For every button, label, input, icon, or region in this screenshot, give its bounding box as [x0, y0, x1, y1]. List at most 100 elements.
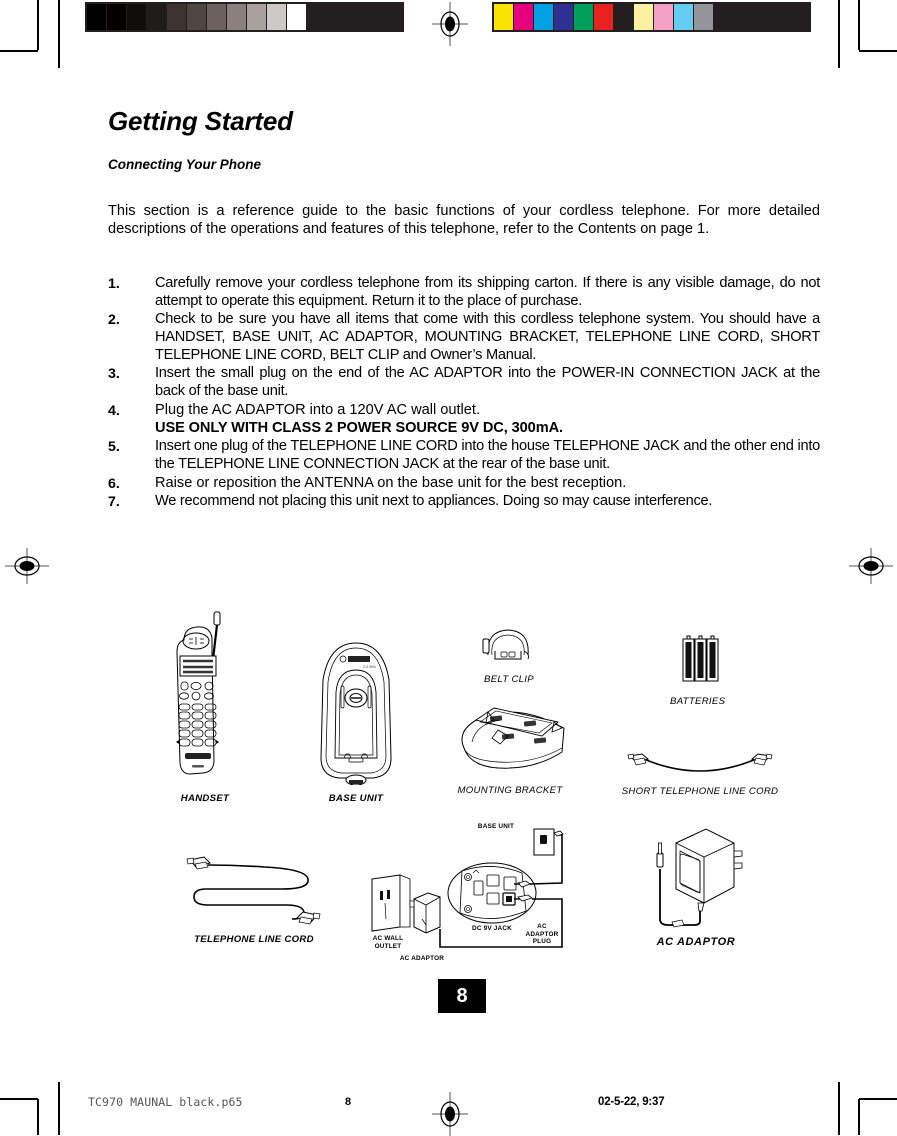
svg-text:2.4 GHz: 2.4 GHz — [363, 665, 376, 669]
color-swatch — [147, 4, 166, 30]
step-emphasis-text: USE ONLY WITH CLASS 2 POWER SOURCE 9V DC… — [155, 419, 563, 436]
crop-mark-bottom-left-inner — [58, 1082, 60, 1135]
step-text: Plug the AC ADAPTOR into a 120V AC wall … — [155, 401, 481, 418]
intro-paragraph: This section is a reference guide to the… — [108, 202, 820, 238]
color-swatch — [207, 4, 226, 30]
registration-target-top — [432, 2, 468, 46]
step-text: Insert the small plug on the end of the … — [155, 365, 820, 400]
figure-caption-handset: HANDSET — [180, 793, 230, 804]
color-swatch — [87, 4, 106, 30]
telephone-line-cord-illustration — [186, 856, 321, 925]
crop-mark-bottom-right-horizontal — [859, 1098, 897, 1100]
diagram-label-ac-wall-outlet: AC WALL OUTLET — [372, 935, 404, 950]
step-number: 5. — [108, 439, 120, 456]
page-content: Getting Started Connecting Your Phone Th… — [108, 108, 820, 512]
figure-caption-base-unit: BASE UNIT — [328, 793, 384, 804]
numbered-steps-list: 1. Carefully remove your cordless telepho… — [108, 275, 820, 511]
step-number: 2. — [108, 312, 120, 329]
registration-target-left — [5, 548, 49, 584]
section-subtitle: Connecting Your Phone — [108, 157, 262, 172]
step-text: Check to be sure you have all items that… — [155, 311, 820, 363]
base-unit-illustration: 2.4 GHz — [320, 642, 392, 786]
diagram-label-dc-9v-jack: DC 9V JACK — [472, 925, 512, 932]
figure-caption-belt-clip: BELT CLIP — [484, 674, 534, 685]
color-swatch — [534, 4, 553, 30]
step-text: Insert one plug of the TELEPHONE LINE CO… — [155, 438, 820, 473]
color-swatch — [107, 4, 126, 30]
color-swatch — [227, 4, 246, 30]
list-item: 2. Check to be sure you have all items th… — [108, 311, 820, 364]
greyscale-calibration-bar — [85, 2, 404, 32]
crop-mark-top-right-inner — [838, 0, 840, 68]
crop-mark-top-right-vertical — [858, 0, 860, 50]
batteries-illustration — [682, 635, 719, 682]
crop-mark-bottom-left-horizontal — [0, 1098, 38, 1100]
list-item: 5. Insert one plug of the TELEPHONE LINE … — [108, 438, 820, 473]
footer-timestamp: 02-5-22, 9:37 — [598, 1096, 665, 1108]
ac-adaptor-illustration — [656, 828, 743, 928]
step-number: 6. — [108, 475, 120, 492]
short-telephone-line-cord-illustration — [627, 753, 773, 772]
illustration-panel: HANDSET 2.4 GHz BASE UNIT BELT CLIP MOUN… — [108, 605, 820, 962]
color-swatch — [614, 4, 633, 30]
figure-wiring-diagram: BASE UNIT AC WALL OUTLET AC ADAPTOR DC 9… — [366, 823, 566, 962]
crop-mark-top-right-horizontal — [859, 50, 897, 52]
color-swatch — [514, 4, 533, 30]
footer-filename: TC970 MAUNAL black.p65 — [88, 1095, 243, 1109]
list-item: 4. Plug the AC ADAPTOR into a 120V AC wal… — [108, 402, 820, 437]
list-item: 6. Raise or reposition the ANTENNA on the… — [108, 475, 820, 493]
color-swatch — [554, 4, 573, 30]
step-text: We recommend not placing this unit next … — [155, 493, 713, 510]
figure-mounting-bracket: MOUNTING BRACKET — [446, 696, 574, 796]
color-calibration-bar — [492, 2, 811, 32]
list-item: 1. Carefully remove your cordless telepho… — [108, 275, 820, 310]
figure-base-unit: 2.4 GHz BASE UNIT — [311, 640, 401, 804]
color-swatch — [594, 4, 613, 30]
figure-caption-ac-adaptor: AC ADAPTOR — [656, 936, 736, 948]
footer-page-number: 8 — [345, 1096, 352, 1108]
color-swatch — [654, 4, 673, 30]
figure-caption-mounting-bracket: MOUNTING BRACKET — [457, 785, 563, 796]
step-number: 1. — [108, 275, 120, 292]
step-number: 7. — [108, 494, 120, 511]
color-swatch — [674, 4, 693, 30]
color-swatch — [247, 4, 266, 30]
color-swatch — [167, 4, 186, 30]
crop-mark-top-left-vertical — [37, 0, 39, 50]
figure-caption-batteries: BATTERIES — [670, 696, 726, 707]
figure-caption-short-line-cord: SHORT TELEPHONE LINE CORD — [621, 786, 779, 797]
figure-telephone-line-cord: TELEPHONE LINE CORD — [186, 855, 322, 945]
step-text: Carefully remove your cordless telephone… — [155, 274, 820, 309]
step-text: Raise or reposition the ANTENNA on the b… — [155, 474, 627, 491]
crop-mark-top-left-horizontal — [0, 50, 38, 52]
color-swatch — [267, 4, 286, 30]
page-title: Getting Started — [108, 106, 293, 136]
diagram-label-base-unit: BASE UNIT — [477, 823, 515, 830]
mounting-bracket-illustration — [461, 707, 565, 769]
registration-target-bottom — [432, 1092, 468, 1136]
color-swatch — [494, 4, 513, 30]
list-item: 7. We recommend not placing this unit nex… — [108, 493, 820, 511]
page-number-badge: 8 — [438, 979, 486, 1013]
belt-clip-illustration — [482, 629, 529, 660]
crop-mark-top-left-inner — [58, 0, 60, 68]
color-swatch — [287, 4, 306, 30]
color-swatch — [634, 4, 653, 30]
crop-mark-bottom-right-vertical — [858, 1099, 860, 1135]
handset-illustration — [176, 611, 221, 775]
step-number: 3. — [108, 366, 120, 383]
list-item: 3. Insert the small plug on the end of th… — [108, 365, 820, 400]
color-swatch — [574, 4, 593, 30]
diagram-label-ac-adaptor-plug: AC ADAPTOR PLUG — [525, 923, 559, 946]
diagram-label-ac-adaptor: AC ADAPTOR — [399, 955, 445, 962]
crop-mark-bottom-right-inner — [838, 1082, 840, 1135]
color-swatch — [127, 4, 146, 30]
registration-target-right — [849, 548, 893, 584]
crop-mark-bottom-left-vertical — [37, 1099, 39, 1135]
figure-ac-adaptor: AC ADAPTOR — [638, 821, 754, 948]
figure-short-line-cord: SHORT TELEPHONE LINE CORD — [622, 753, 788, 797]
figure-caption-telephone-line-cord: TELEPHONE LINE CORD — [194, 934, 314, 945]
color-swatch — [187, 4, 206, 30]
step-number: 4. — [108, 402, 120, 419]
figure-handset: HANDSET — [170, 610, 240, 804]
